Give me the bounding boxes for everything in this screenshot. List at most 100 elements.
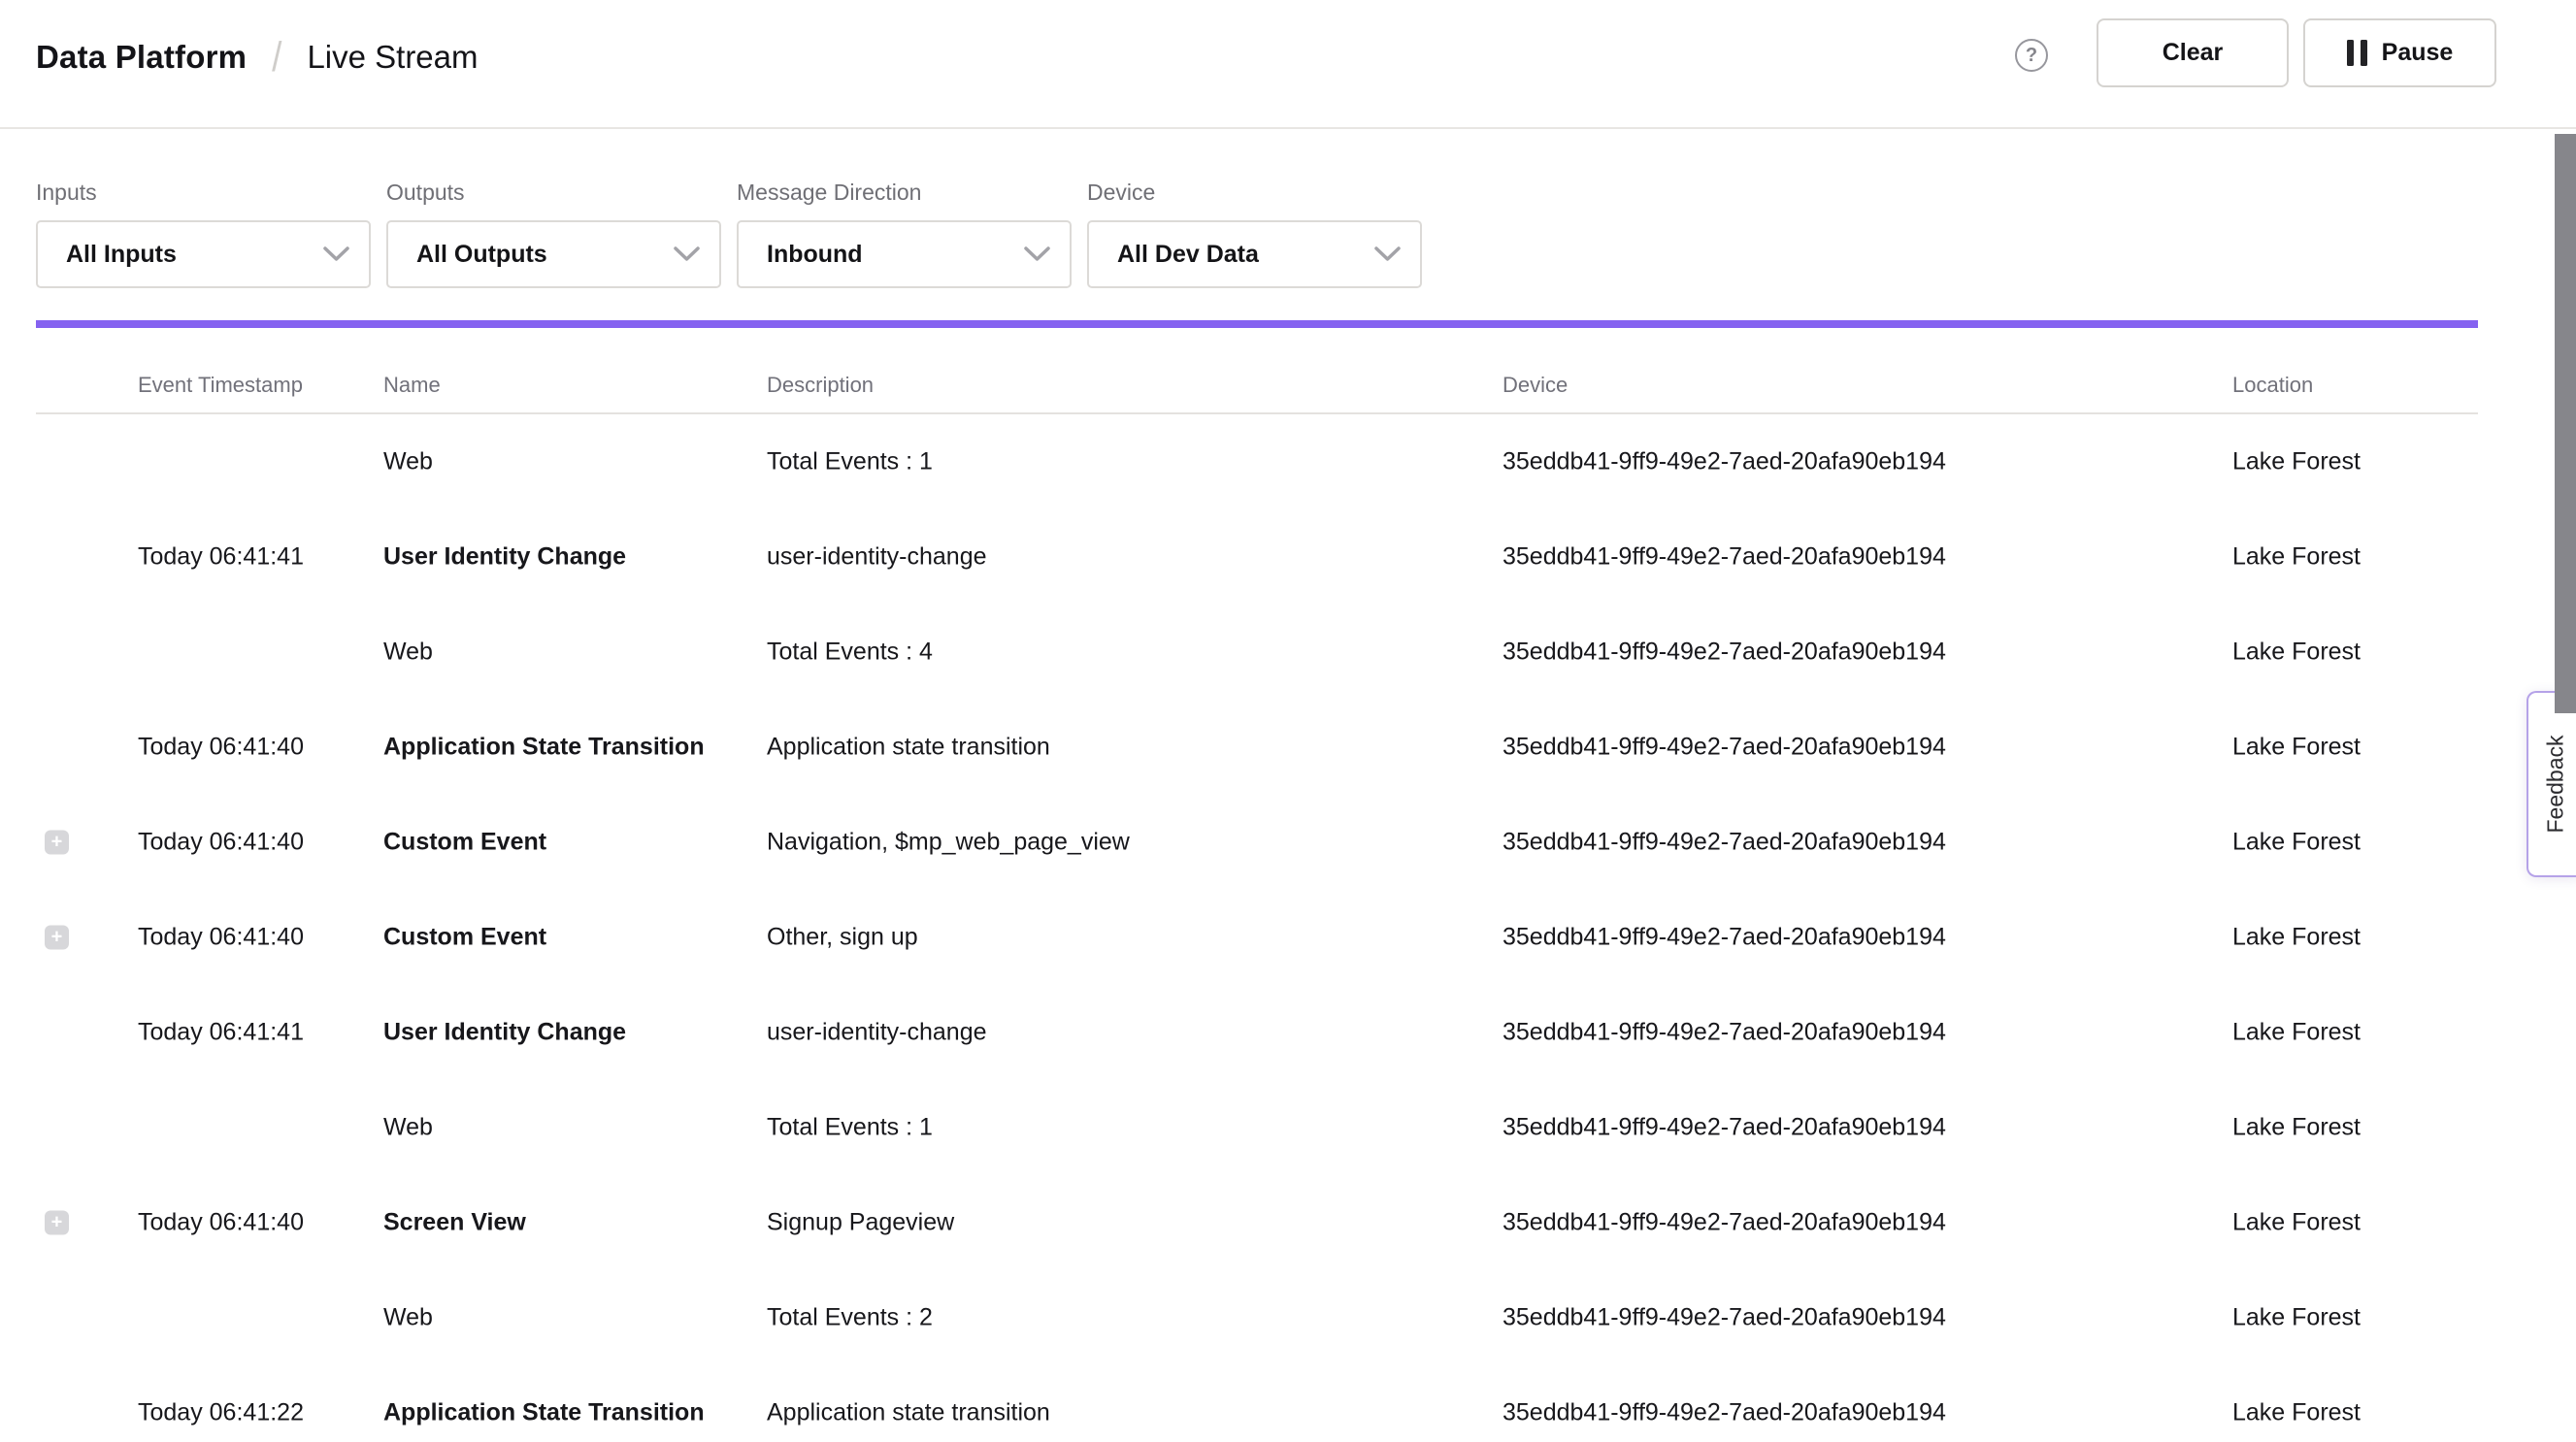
event-device: 35eddb41-9ff9-49e2-7aed-20afa90eb194	[1503, 1114, 1946, 1142]
help-icon[interactable]: ?	[2015, 39, 2048, 72]
event-device: 35eddb41-9ff9-49e2-7aed-20afa90eb194	[1503, 543, 1946, 572]
pause-button-label: Pause	[2382, 39, 2454, 67]
message-direction-select[interactable]: Inbound	[737, 220, 1072, 288]
vertical-scrollbar-thumb[interactable]	[2555, 134, 2576, 713]
event-location: Lake Forest	[2232, 448, 2361, 476]
outputs-select[interactable]: All Outputs	[386, 220, 721, 288]
event-description: Navigation, $mp_web_page_view	[767, 829, 1130, 857]
event-device: 35eddb41-9ff9-49e2-7aed-20afa90eb194	[1503, 1304, 1946, 1332]
event-timestamp: Today 06:41:22	[138, 1399, 304, 1427]
outputs-select-value: All Outputs	[416, 241, 547, 269]
event-timestamp: Today 06:41:40	[138, 829, 304, 857]
event-name: Web	[383, 1114, 433, 1142]
table-row: Web Total Events : 1 35eddb41-9ff9-49e2-…	[0, 1080, 2576, 1175]
filter-message-direction-label: Message Direction	[737, 180, 1072, 206]
column-header-device: Device	[1503, 373, 1568, 398]
event-timestamp: Today 06:41:40	[138, 1209, 304, 1237]
event-description: Total Events : 2	[767, 1304, 933, 1332]
inputs-select-value: All Inputs	[66, 241, 177, 269]
event-description: Total Events : 1	[767, 448, 933, 476]
event-description: Other, sign up	[767, 924, 918, 952]
event-description: user-identity-change	[767, 1019, 987, 1047]
event-name: Custom Event	[383, 924, 546, 952]
column-header-event-timestamp: Event Timestamp	[138, 373, 303, 398]
event-location: Lake Forest	[2232, 639, 2361, 667]
event-description: Signup Pageview	[767, 1209, 954, 1237]
page-title: Live Stream	[307, 38, 478, 77]
event-device: 35eddb41-9ff9-49e2-7aed-20afa90eb194	[1503, 734, 1946, 762]
event-description: Application state transition	[767, 734, 1050, 762]
event-device: 35eddb41-9ff9-49e2-7aed-20afa90eb194	[1503, 1209, 1946, 1237]
chevron-down-icon	[674, 246, 700, 262]
expand-row-button[interactable]: +	[45, 926, 69, 950]
event-timestamp: Today 06:41:41	[138, 1019, 304, 1047]
filter-message-direction: Message Direction Inbound	[737, 180, 1072, 288]
event-name: User Identity Change	[383, 543, 626, 572]
event-timestamp: Today 06:41:41	[138, 543, 304, 572]
filter-outputs-label: Outputs	[386, 180, 721, 206]
event-device: 35eddb41-9ff9-49e2-7aed-20afa90eb194	[1503, 448, 1946, 476]
event-device: 35eddb41-9ff9-49e2-7aed-20afa90eb194	[1503, 924, 1946, 952]
table-row: + Today 06:41:40 Screen View Signup Page…	[0, 1175, 2576, 1270]
table-row: Today 06:41:22 Application State Transit…	[0, 1365, 2576, 1442]
pause-button[interactable]: Pause	[2303, 18, 2496, 87]
inputs-select[interactable]: All Inputs	[36, 220, 371, 288]
event-device: 35eddb41-9ff9-49e2-7aed-20afa90eb194	[1503, 1399, 1946, 1427]
event-timestamp: Today 06:41:40	[138, 734, 304, 762]
event-timestamp: Today 06:41:40	[138, 924, 304, 952]
table-row: Today 06:41:41 User Identity Change user…	[0, 985, 2576, 1080]
event-location: Lake Forest	[2232, 1304, 2361, 1332]
clear-button-label: Clear	[2163, 39, 2224, 67]
column-header-description: Description	[767, 373, 874, 398]
feedback-tab-label: Feedback	[2542, 735, 2568, 833]
event-location: Lake Forest	[2232, 829, 2361, 857]
event-name: Screen View	[383, 1209, 526, 1237]
table-row: Web Total Events : 1 35eddb41-9ff9-49e2-…	[0, 414, 2576, 509]
live-stream-page: Data Platform / Live Stream ? Clear Paus…	[0, 0, 2576, 1442]
expand-row-button[interactable]: +	[45, 831, 69, 855]
event-description: Total Events : 4	[767, 639, 933, 667]
filter-device-label: Device	[1087, 180, 1422, 206]
breadcrumb-separator: /	[272, 33, 281, 82]
table-row: Today 06:41:40 Application State Transit…	[0, 700, 2576, 795]
top-bar: Data Platform / Live Stream ? Clear Paus…	[0, 0, 2576, 129]
event-description: Total Events : 1	[767, 1114, 933, 1142]
chevron-down-icon	[323, 246, 349, 262]
table-row: + Today 06:41:40 Custom Event Other, sig…	[0, 890, 2576, 985]
event-name: Web	[383, 639, 433, 667]
event-location: Lake Forest	[2232, 734, 2361, 762]
filter-inputs: Inputs All Inputs	[36, 180, 371, 288]
event-location: Lake Forest	[2232, 1114, 2361, 1142]
event-name: Application State Transition	[383, 1399, 705, 1427]
filter-outputs: Outputs All Outputs	[386, 180, 721, 288]
table-row: Web Total Events : 4 35eddb41-9ff9-49e2-…	[0, 605, 2576, 700]
event-device: 35eddb41-9ff9-49e2-7aed-20afa90eb194	[1503, 1019, 1946, 1047]
event-location: Lake Forest	[2232, 1019, 2361, 1047]
event-location: Lake Forest	[2232, 924, 2361, 952]
event-device: 35eddb41-9ff9-49e2-7aed-20afa90eb194	[1503, 829, 1946, 857]
event-name: Web	[383, 1304, 433, 1332]
event-location: Lake Forest	[2232, 1399, 2361, 1427]
filter-device: Device All Dev Data	[1087, 180, 1422, 288]
event-description: user-identity-change	[767, 543, 987, 572]
column-header-name: Name	[383, 373, 441, 398]
table-row: Today 06:41:41 User Identity Change user…	[0, 509, 2576, 605]
event-location: Lake Forest	[2232, 1209, 2361, 1237]
breadcrumb: Data Platform / Live Stream	[36, 36, 479, 79]
device-select-value: All Dev Data	[1117, 241, 1259, 269]
clear-button[interactable]: Clear	[2097, 18, 2289, 87]
event-name: User Identity Change	[383, 1019, 626, 1047]
event-location: Lake Forest	[2232, 543, 2361, 572]
feedback-tab[interactable]: Feedback	[2526, 691, 2576, 877]
event-name: Application State Transition	[383, 734, 705, 762]
expand-row-button[interactable]: +	[45, 1211, 69, 1235]
chevron-down-icon	[1374, 246, 1401, 262]
table-row: + Today 06:41:40 Custom Event Navigation…	[0, 795, 2576, 890]
accent-divider-bar	[36, 320, 2478, 328]
message-direction-select-value: Inbound	[767, 241, 863, 269]
event-device: 35eddb41-9ff9-49e2-7aed-20afa90eb194	[1503, 639, 1946, 667]
device-select[interactable]: All Dev Data	[1087, 220, 1422, 288]
column-header-location: Location	[2232, 373, 2313, 398]
breadcrumb-section[interactable]: Data Platform	[36, 38, 247, 77]
table-row: Web Total Events : 2 35eddb41-9ff9-49e2-…	[0, 1270, 2576, 1365]
